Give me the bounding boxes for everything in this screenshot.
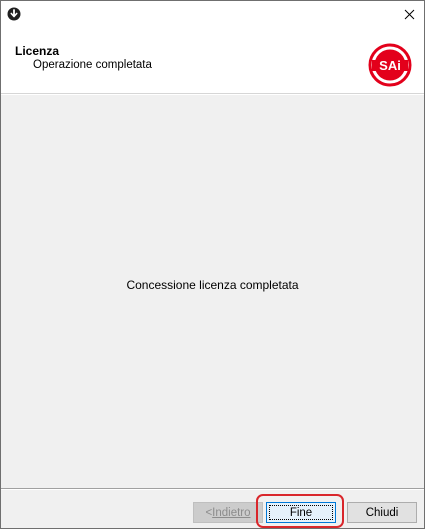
back-button-label: Indietro <box>212 506 251 519</box>
download-icon <box>7 7 21 21</box>
close-button[interactable]: Chiudi <box>347 502 417 523</box>
close-icon <box>404 9 414 19</box>
finish-button-highlight <box>256 494 344 528</box>
back-button-prefix: < <box>205 506 213 519</box>
license-wizard-window: Licenza Operazione completata SAi Conces… <box>0 0 425 529</box>
wizard-content: Concessione licenza completata <box>1 95 424 488</box>
wizard-footer: < Indietro Fine Chiudi <box>1 490 424 528</box>
window-close-button[interactable] <box>394 1 424 27</box>
close-button-label: Chiudi <box>365 506 399 519</box>
page-title: Licenza <box>15 44 60 58</box>
title-bar <box>1 1 424 27</box>
completion-message: Concessione licenza completata <box>126 278 299 292</box>
sai-logo: SAi <box>368 43 412 87</box>
logo-text: SAi <box>379 58 401 73</box>
page-subtitle: Operazione completata <box>33 59 152 71</box>
back-button[interactable]: < Indietro <box>193 502 263 523</box>
wizard-header: Licenza Operazione completata SAi <box>1 27 424 93</box>
